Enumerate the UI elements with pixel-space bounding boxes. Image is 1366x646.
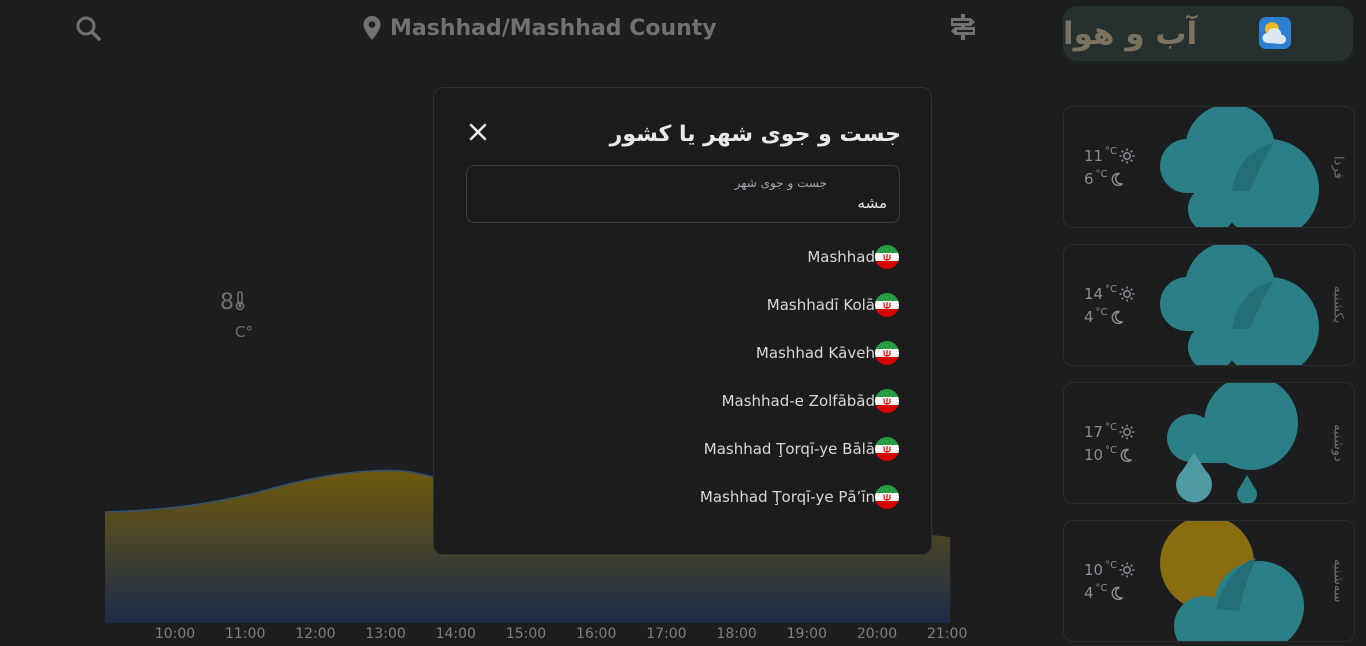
x-tick-label: 11:00 bbox=[225, 626, 266, 642]
location-display[interactable]: Mashhad/Mashhad County bbox=[362, 12, 717, 44]
x-tick-label: 13:00 bbox=[365, 626, 406, 642]
iran-flag-icon bbox=[875, 389, 899, 413]
x-tick-label: 18:00 bbox=[716, 626, 757, 642]
forecast-day-name: فردا bbox=[1330, 155, 1346, 179]
x-tick-label: 16:00 bbox=[576, 626, 617, 642]
weather-app-logo-icon bbox=[1259, 17, 1291, 49]
search-city-modal: جست و جوی شهر یا کشور جست و جوی شهر مشه … bbox=[433, 87, 932, 555]
modal-title: جست و جوی شهر یا کشور bbox=[609, 122, 901, 147]
x-tick-label: 14:00 bbox=[435, 626, 476, 642]
forecast-day-name: سه‌شنبه bbox=[1330, 559, 1346, 603]
forecast-low: 10 °C bbox=[1084, 445, 1133, 464]
close-icon bbox=[469, 123, 487, 141]
app-title: آب و هوا bbox=[1063, 15, 1198, 52]
search-icon bbox=[76, 16, 101, 41]
forecast-day-card[interactable]: دوشنبه 17 °C 10 °C bbox=[1063, 382, 1355, 504]
search-result-label: Mashhad Ţorqī-ye Bālā bbox=[703, 440, 875, 458]
search-result-label: Mashhad-e Zolfābād bbox=[721, 392, 875, 410]
sun-small-icon bbox=[1119, 424, 1135, 440]
search-result-label: Mashhad bbox=[807, 248, 875, 266]
forecast-low: 6 °C bbox=[1084, 169, 1124, 188]
location-label: Mashhad/Mashhad County bbox=[390, 15, 717, 41]
iran-flag-icon bbox=[875, 293, 899, 317]
close-button[interactable] bbox=[468, 122, 488, 142]
search-result-label: Mashhad Ţorqī-ye Pā’īn bbox=[699, 488, 875, 506]
forecast-high: 10 °C bbox=[1084, 560, 1135, 579]
current-temperature-value: 8 bbox=[220, 290, 234, 315]
search-input-value[interactable]: مشه bbox=[858, 194, 887, 212]
forecast-high: 11 °C bbox=[1084, 146, 1135, 165]
search-result-label: Mashhad Kāveh bbox=[755, 344, 875, 362]
search-result-label: Mashhadī Kolā bbox=[766, 296, 875, 314]
thermometer-icon bbox=[235, 291, 245, 311]
moon-small-icon bbox=[1111, 172, 1123, 186]
signpost-icon bbox=[951, 14, 975, 40]
forecast-low: 4 °C bbox=[1084, 307, 1124, 326]
sun-small-icon bbox=[1119, 148, 1135, 164]
signpost-button[interactable] bbox=[948, 12, 978, 42]
rain-cloud-icon bbox=[1167, 383, 1298, 503]
moon-small-icon bbox=[1111, 310, 1123, 324]
forecast-day-name: دوشنبه bbox=[1330, 424, 1346, 462]
x-tick-label: 21:00 bbox=[927, 626, 968, 642]
search-result-item[interactable]: Mashhadī Kolā bbox=[767, 292, 899, 318]
search-result-item[interactable]: Mashhad-e Zolfābād bbox=[722, 388, 899, 414]
search-result-item[interactable]: Mashhad bbox=[807, 244, 899, 270]
city-search-input[interactable]: جست و جوی شهر مشه bbox=[466, 165, 900, 223]
iran-flag-icon bbox=[875, 245, 899, 269]
chart-x-axis: 10:00 11:00 12:00 13:00 14:00 15:00 16:00 17:00… bbox=[140, 626, 970, 646]
x-tick-label: 15:00 bbox=[505, 626, 547, 642]
x-tick-label: 19:00 bbox=[786, 626, 827, 642]
x-tick-label: 10:00 bbox=[154, 626, 196, 642]
current-temperature: 8 bbox=[220, 290, 246, 315]
sun-small-icon bbox=[1119, 286, 1135, 302]
search-result-item[interactable]: Mashhad Ţorqī-ye Pā’īn bbox=[700, 484, 899, 510]
x-tick-label: 20:00 bbox=[856, 626, 898, 642]
partly-sunny-icon bbox=[1160, 521, 1304, 641]
search-result-item[interactable]: Mashhad Ţorqī-ye Bālā bbox=[704, 436, 899, 462]
app-header: آب و هوا bbox=[1063, 6, 1353, 61]
current-temperature-unit: C° bbox=[235, 323, 253, 341]
search-result-item[interactable]: Mashhad Kāveh bbox=[756, 340, 899, 366]
cloud-icon bbox=[1160, 245, 1319, 365]
forecast-high: 17 °C bbox=[1084, 422, 1135, 441]
forecast-day-card[interactable]: فردا 11 °C 6 °C bbox=[1063, 106, 1355, 228]
iran-flag-icon bbox=[875, 485, 899, 509]
search-input-label: جست و جوی شهر bbox=[734, 176, 827, 190]
forecast-day-card[interactable]: سه‌شنبه 10 °C 4 °C bbox=[1063, 520, 1355, 642]
moon-small-icon bbox=[1120, 448, 1133, 462]
cloud-icon bbox=[1160, 107, 1319, 227]
forecast-high: 14 °C bbox=[1084, 284, 1135, 303]
search-button[interactable] bbox=[74, 14, 102, 42]
iran-flag-icon bbox=[875, 437, 899, 461]
forecast-low: 4 °C bbox=[1084, 583, 1124, 602]
forecast-day-name: یکشنبه bbox=[1330, 286, 1346, 324]
forecast-day-card[interactable]: یکشنبه 14 °C 4 °C bbox=[1063, 244, 1355, 366]
moon-small-icon bbox=[1111, 586, 1123, 600]
location-pin-icon bbox=[363, 16, 381, 40]
x-tick-label: 12:00 bbox=[295, 626, 336, 642]
x-tick-label: 17:00 bbox=[646, 626, 687, 642]
sun-small-icon bbox=[1119, 562, 1135, 578]
iran-flag-icon bbox=[875, 341, 899, 365]
